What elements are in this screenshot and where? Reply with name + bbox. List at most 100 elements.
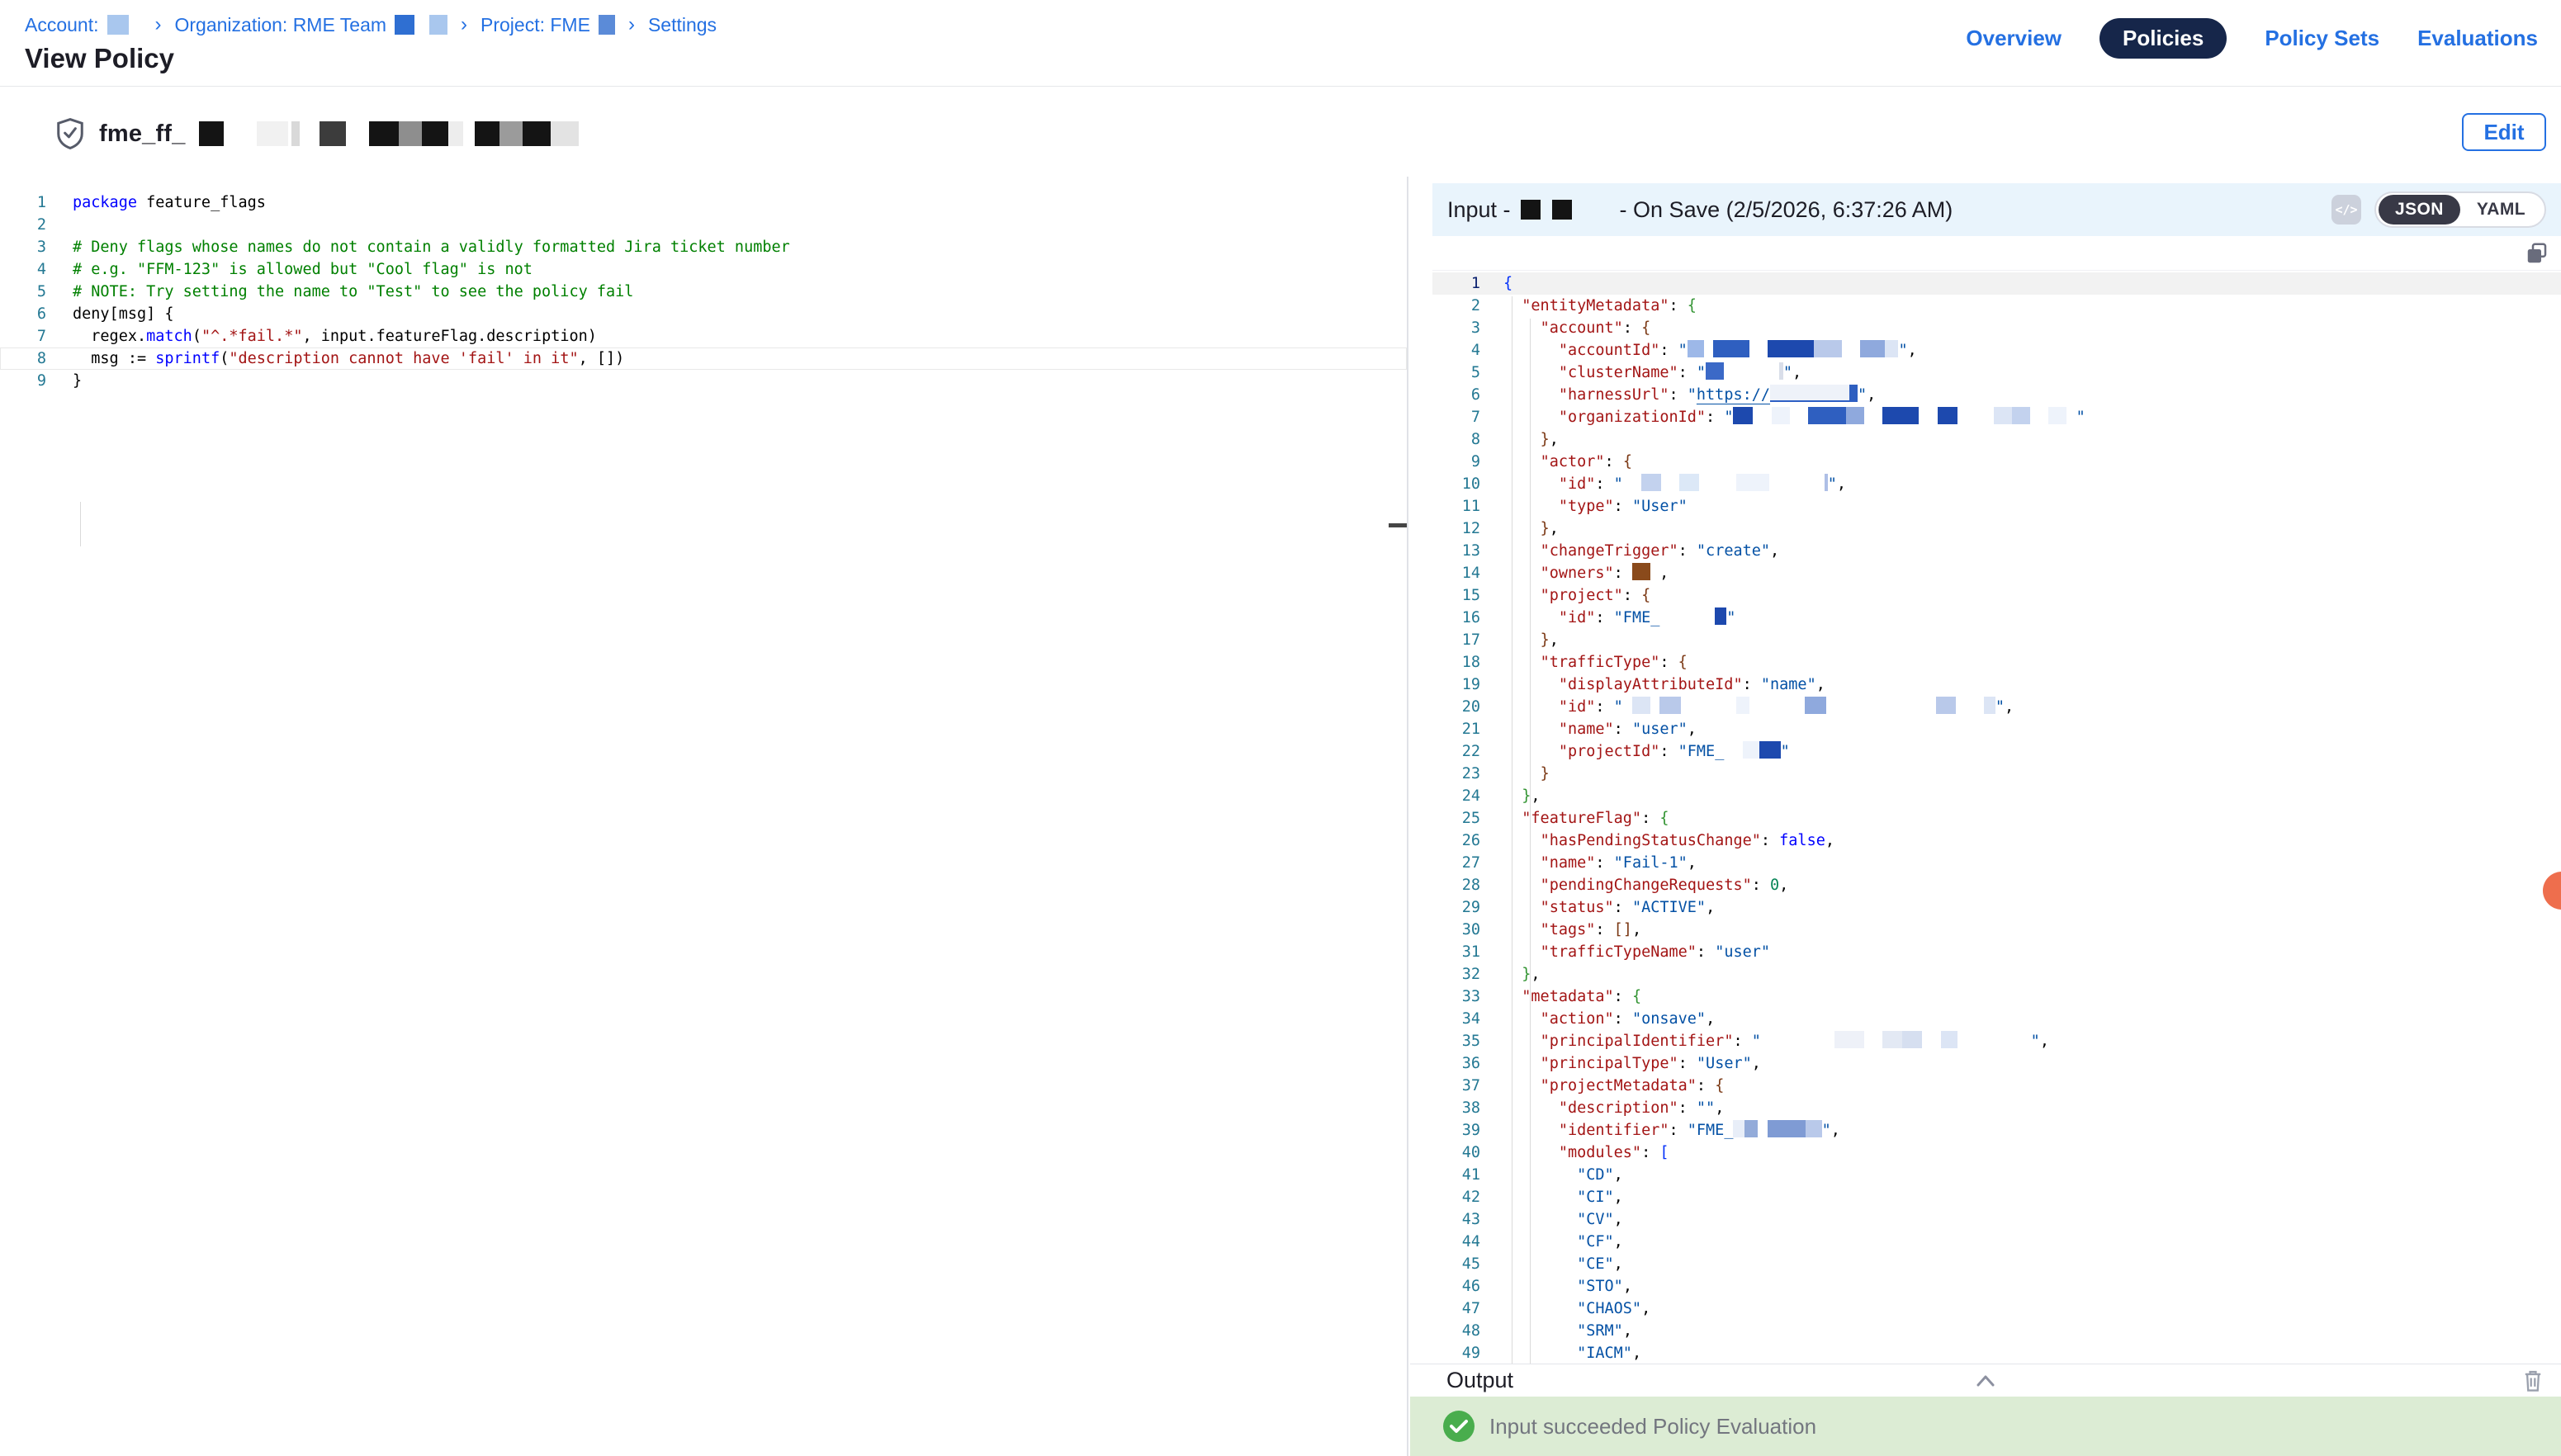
code-token: " <box>1614 475 1623 493</box>
policy-name-row: fme_ff_ <box>54 116 579 151</box>
toggle-option-yaml[interactable]: YAML <box>2460 195 2542 225</box>
code-token <box>1503 1300 1577 1317</box>
code-line: 12 }, <box>1432 518 2561 540</box>
redacted-block <box>1768 340 1814 357</box>
code-token: { <box>1688 297 1697 314</box>
input-header-redaction <box>1521 200 1572 220</box>
line-number: 21 <box>1432 718 1480 740</box>
code-token: "organizationId" <box>1559 409 1706 426</box>
redacted-block <box>1860 340 1885 357</box>
redacted-block <box>1744 1120 1758 1137</box>
line-number: 4 <box>1432 339 1480 362</box>
code-line: 3 # Deny flags whose names do not contain… <box>0 236 1407 258</box>
code-token: , <box>1614 1211 1623 1228</box>
nav-item-evaluations[interactable]: Evaluations <box>2417 26 2538 51</box>
code-token: : <box>1605 453 1623 470</box>
code-token: , <box>1550 431 1559 448</box>
redacted-block <box>1733 407 1753 424</box>
code-line: 13 "changeTrigger": "create", <box>1432 540 2561 562</box>
code-line: 36 "principalType": "User", <box>1432 1052 2561 1075</box>
code-token: : <box>1641 1144 1659 1161</box>
code-token: "" <box>1697 1099 1715 1117</box>
code-token: "ACTIVE" <box>1632 899 1706 916</box>
line-number: 35 <box>1432 1030 1480 1052</box>
redacted-block <box>199 121 224 146</box>
code-token <box>1503 1278 1577 1295</box>
code-token: "trafficType" <box>1541 654 1660 671</box>
code-token <box>1724 364 1779 381</box>
line-number: 29 <box>1432 896 1480 919</box>
nav-item-overview[interactable]: Overview <box>1966 26 2062 51</box>
code-token: " <box>1995 698 2005 716</box>
code-line: 18 "trafficType": { <box>1432 651 2561 674</box>
code-token: , <box>1867 386 1876 404</box>
code-token <box>1623 475 1641 493</box>
code-token: : <box>1678 1099 1697 1117</box>
nav-item-policy-sets[interactable]: Policy Sets <box>2265 26 2379 51</box>
code-token: "harnessUrl" <box>1559 386 1669 404</box>
trash-icon[interactable] <box>2521 1369 2544 1393</box>
line-number: 23 <box>1432 763 1480 785</box>
code-token: package <box>73 194 137 211</box>
line-number: 28 <box>1432 874 1480 896</box>
breadcrumb-link[interactable]: Account: <box>25 14 99 36</box>
code-token <box>1790 409 1808 426</box>
input-json-editor[interactable]: 1{2 "entityMetadata": {3 "account": {4 "… <box>1432 272 2561 1364</box>
code-token <box>1503 297 1522 314</box>
code-token: false <box>1779 832 1825 849</box>
input-header-bar: Input - - On Save (2/5/2026, 6:37:26 AM)… <box>1432 183 2561 236</box>
indent-guide <box>1530 319 1531 1364</box>
code-token: "projectId" <box>1559 743 1660 760</box>
code-token: : <box>1669 297 1688 314</box>
redacted-block <box>1736 697 1749 714</box>
json-yaml-toggle[interactable]: JSONYAML <box>2374 191 2546 228</box>
redacted-block <box>1521 200 1541 220</box>
breadcrumb-link[interactable]: Organization: RME Team <box>175 14 387 36</box>
toggle-option-json[interactable]: JSON <box>2379 195 2460 225</box>
code-line: 25 "featureFlag": { <box>1432 807 2561 830</box>
code-token: "trafficTypeName" <box>1541 943 1697 961</box>
code-token <box>1503 654 1541 671</box>
input-output-panel: Input - - On Save (2/5/2026, 6:37:26 AM)… <box>1410 177 2561 1456</box>
code-token: "modules" <box>1559 1144 1641 1161</box>
code-token <box>1503 1166 1577 1184</box>
rego-code-editor[interactable]: 1package feature_flags23# Deny flags who… <box>0 177 1408 1456</box>
code-token: , <box>1614 1255 1623 1273</box>
code-token <box>1503 966 1522 983</box>
success-check-icon <box>1443 1411 1475 1442</box>
code-token: msg := <box>73 350 155 367</box>
breadcrumb-separator-icon: › <box>150 13 167 36</box>
redacted-block <box>369 121 399 146</box>
code-token <box>1699 475 1736 493</box>
evaluation-result-message: Input succeeded Policy Evaluation <box>1489 1414 1816 1439</box>
code-token: "create" <box>1697 542 1770 560</box>
collapse-chevron-icon[interactable] <box>1973 1372 1998 1390</box>
code-token: regex. <box>73 328 146 345</box>
code-token: "action" <box>1541 1010 1614 1028</box>
code-token <box>1864 1033 1882 1050</box>
line-number: 5 <box>1432 362 1480 384</box>
code-token <box>1503 520 1541 537</box>
code-token: 0 <box>1770 877 1779 894</box>
code-line: 38 "description": "", <box>1432 1097 2561 1119</box>
edit-button[interactable]: Edit <box>2462 113 2546 151</box>
code-token: , <box>1831 1122 1840 1139</box>
line-number: 26 <box>1432 830 1480 852</box>
input-header-text: Input - - On Save (2/5/2026, 6:37:26 AM) <box>1447 197 1953 223</box>
line-number: 3 <box>0 236 46 258</box>
code-token: , []) <box>579 350 625 367</box>
code-line: 14 "owners": , <box>1432 562 2561 584</box>
code-token: , <box>1706 899 1715 916</box>
breadcrumb-link[interactable]: Project: FME <box>480 14 590 36</box>
breadcrumb-link[interactable]: Settings <box>648 14 717 36</box>
code-token: , <box>1614 1166 1623 1184</box>
copy-icon[interactable] <box>2525 241 2549 266</box>
redacted-block <box>1706 362 1724 380</box>
code-token: # Deny flags whose names do not contain … <box>73 239 790 256</box>
redacted-block <box>1772 407 1790 424</box>
code-token <box>1761 1033 1834 1050</box>
code-token <box>1753 409 1771 426</box>
nav-item-policies[interactable]: Policies <box>2099 18 2227 59</box>
code-token: { <box>1678 654 1688 671</box>
code-line: 15 "project": { <box>1432 584 2561 607</box>
